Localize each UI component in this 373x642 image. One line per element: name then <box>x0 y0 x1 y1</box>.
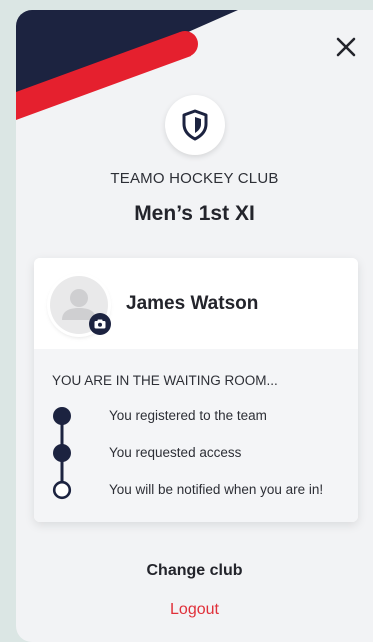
change-club-button[interactable]: Change club <box>16 562 373 580</box>
user-header: James Watson <box>34 258 358 349</box>
change-photo-button[interactable] <box>89 313 111 335</box>
step-label: You requested access <box>109 445 242 460</box>
step-pending-marker <box>52 480 72 500</box>
step-label: You will be notified when you are in! <box>109 482 324 497</box>
shield-icon <box>182 109 208 141</box>
waiting-room-section: YOU ARE IN THE WAITING ROOM... You regis… <box>34 349 358 522</box>
user-name: James Watson <box>126 293 259 314</box>
red-stripe-cap <box>172 31 198 57</box>
club-logo <box>165 95 225 155</box>
waiting-room-title: YOU ARE IN THE WAITING ROOM... <box>52 373 278 388</box>
join-team-modal: TEAMO HOCKEY CLUB Men’s 1st XI James Wat… <box>16 10 373 642</box>
progress-timeline <box>52 407 72 500</box>
camera-icon <box>94 319 106 329</box>
close-button[interactable] <box>333 34 359 60</box>
logout-button[interactable]: Logout <box>16 601 373 619</box>
user-status-card: James Watson YOU ARE IN THE WAITING ROOM… <box>34 258 358 522</box>
close-icon <box>336 37 356 57</box>
club-name: TEAMO HOCKEY CLUB <box>110 170 279 187</box>
step-done-marker <box>53 444 71 462</box>
team-name: Men’s 1st XI <box>134 202 255 225</box>
step-label: You registered to the team <box>109 408 267 423</box>
step-done-marker <box>53 407 71 425</box>
